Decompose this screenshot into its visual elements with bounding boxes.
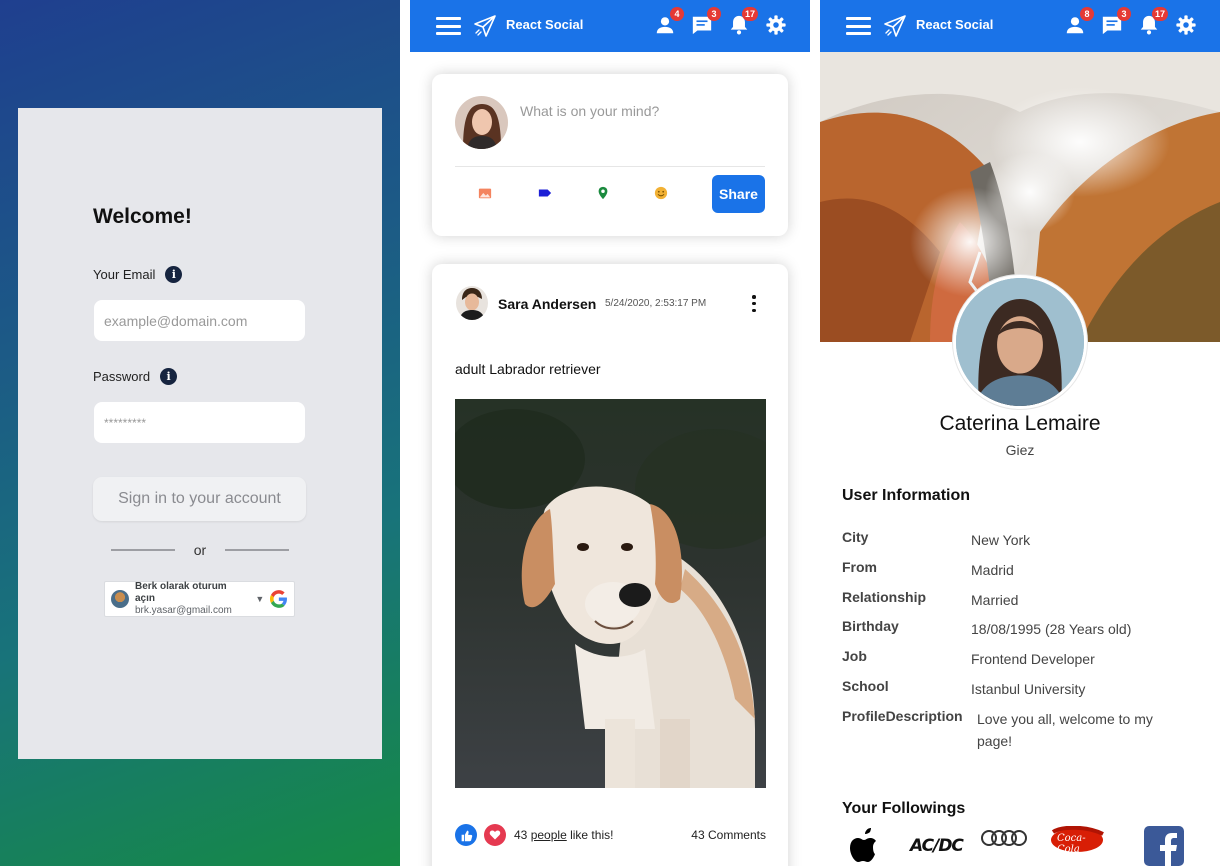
divider-line xyxy=(111,549,175,551)
coca-cola-logo[interactable]: Coca-Cola xyxy=(1047,825,1107,866)
audi-logo[interactable] xyxy=(980,826,1028,866)
friends-icon[interactable]: 8 xyxy=(1064,7,1094,36)
settings-gear-icon[interactable] xyxy=(765,14,787,36)
login-card: Welcome! Your Email i Password i Sign in… xyxy=(18,108,382,759)
likes-people-link[interactable]: people xyxy=(531,828,567,842)
likes-suffix: like this! xyxy=(570,828,614,842)
emoji-icon[interactable] xyxy=(654,186,668,200)
profile-screen: React Social 8 3 17 Caterina Lemaire Gie… xyxy=(820,0,1220,866)
google-signin-button[interactable]: Berk olarak oturum açın brk.yasar@gmail.… xyxy=(104,581,295,617)
notifications-bell-icon[interactable]: 17 xyxy=(1138,7,1168,36)
feed-screen: React Social 4 3 17 What is on your mind… xyxy=(410,0,810,866)
comments-link[interactable]: 43 Comments xyxy=(691,828,766,842)
google-account-name: Berk olarak oturum açın xyxy=(135,581,227,604)
password-input[interactable] xyxy=(94,402,305,443)
info-value: 18/08/1995 (28 Years old) xyxy=(971,621,1132,637)
post-card: Sara Andersen 5/24/2020, 2:53:17 PM adul… xyxy=(432,264,788,866)
divider-line xyxy=(224,549,289,551)
facebook-logo[interactable] xyxy=(1144,826,1184,866)
info-value: Madrid xyxy=(971,562,1014,578)
email-label: Your Email xyxy=(93,267,156,282)
coca-cola-text: Coca-Cola xyxy=(1057,833,1086,855)
info-value: Married xyxy=(971,592,1019,608)
share-button[interactable]: Share xyxy=(712,175,765,213)
or-divider: or xyxy=(111,540,289,560)
brand-title: React Social xyxy=(916,17,994,32)
google-logo-icon xyxy=(270,590,288,608)
friends-badge: 4 xyxy=(670,7,684,21)
info-key: From xyxy=(842,559,877,575)
info-key: Relationship xyxy=(842,589,927,605)
info-key: Job xyxy=(842,648,867,664)
notifications-bell-icon[interactable]: 17 xyxy=(728,7,758,36)
acdc-logo[interactable]: AC/DC xyxy=(910,836,964,866)
chevron-down-icon[interactable]: ▼ xyxy=(255,594,264,604)
settings-gear-icon[interactable] xyxy=(1175,14,1197,36)
hamburger-menu-icon[interactable] xyxy=(846,17,871,35)
password-label-row: Password i xyxy=(93,368,178,385)
login-title: Welcome! xyxy=(93,205,192,228)
notifications-badge: 17 xyxy=(1151,7,1168,21)
info-key: School xyxy=(842,678,889,694)
login-screen: Welcome! Your Email i Password i Sign in… xyxy=(0,0,400,866)
topbar: React Social 4 3 17 xyxy=(410,0,810,52)
email-input[interactable] xyxy=(94,300,305,341)
post-author-avatar[interactable] xyxy=(456,286,488,320)
brand-title: React Social xyxy=(506,17,584,32)
google-account-texts: Berk olarak oturum açın brk.yasar@gmail.… xyxy=(135,581,247,617)
notifications-badge: 17 xyxy=(741,7,758,21)
post-image[interactable] xyxy=(455,399,766,788)
google-account-avatar xyxy=(111,590,129,608)
user-avatar[interactable] xyxy=(455,96,508,149)
or-text: or xyxy=(193,542,207,558)
apple-logo[interactable] xyxy=(846,826,886,866)
info-icon[interactable]: i xyxy=(160,368,178,385)
paper-plane-logo-icon xyxy=(474,15,496,37)
post-text: adult Labrador retriever xyxy=(455,361,601,377)
followings-list: AC/DC Coca-Cola xyxy=(842,825,1202,866)
hamburger-menu-icon[interactable] xyxy=(436,17,461,35)
likes-summary: 43 people like this! xyxy=(514,828,613,842)
google-account-email: brk.yasar@gmail.com xyxy=(135,605,232,616)
location-icon[interactable] xyxy=(596,186,610,200)
messages-badge: 3 xyxy=(1117,7,1131,21)
photo-icon[interactable] xyxy=(478,186,492,200)
friends-icon[interactable]: 4 xyxy=(654,7,684,36)
post-input[interactable] xyxy=(520,100,765,122)
profile-avatar[interactable] xyxy=(953,275,1087,409)
tag-icon[interactable] xyxy=(538,186,552,200)
info-key: Birthday xyxy=(842,618,899,634)
info-key: City xyxy=(842,529,869,545)
messages-icon[interactable]: 3 xyxy=(1101,7,1131,36)
friends-badge: 8 xyxy=(1080,7,1094,21)
info-value: Love you all, welcome to my page! xyxy=(977,711,1153,749)
user-info-title: User Information xyxy=(842,487,971,504)
share-divider xyxy=(455,166,765,167)
followings-title: Your Followings xyxy=(842,800,966,817)
likes-count: 43 xyxy=(514,828,528,842)
info-value: New York xyxy=(971,532,1031,548)
messages-badge: 3 xyxy=(707,7,721,21)
heart-icon[interactable] xyxy=(484,824,506,846)
post-author-name[interactable]: Sara Andersen xyxy=(498,296,596,312)
app-root: Welcome! Your Email i Password i Sign in… xyxy=(0,0,1220,866)
signin-button[interactable]: Sign in to your account xyxy=(93,477,306,521)
share-box: Share xyxy=(432,74,788,236)
more-options-icon[interactable] xyxy=(751,295,757,312)
password-label: Password xyxy=(93,369,151,384)
email-label-row: Your Email i xyxy=(93,266,183,283)
like-icon[interactable] xyxy=(455,824,477,846)
info-value: Istanbul University xyxy=(971,681,1086,697)
post-footer: 43 people like this! 43 Comments xyxy=(455,822,766,848)
profile-name: Caterina Lemaire xyxy=(939,412,1101,435)
paper-plane-logo-icon xyxy=(884,15,906,37)
info-key: ProfileDescription xyxy=(842,708,963,724)
profile-subtitle: Giez xyxy=(1005,442,1035,458)
messages-icon[interactable]: 3 xyxy=(691,7,721,36)
post-date: 5/24/2020, 2:53:17 PM xyxy=(605,298,707,309)
topbar: React Social 8 3 17 xyxy=(820,0,1220,52)
info-value: Frontend Developer xyxy=(971,651,1095,667)
info-icon[interactable]: i xyxy=(165,266,183,283)
